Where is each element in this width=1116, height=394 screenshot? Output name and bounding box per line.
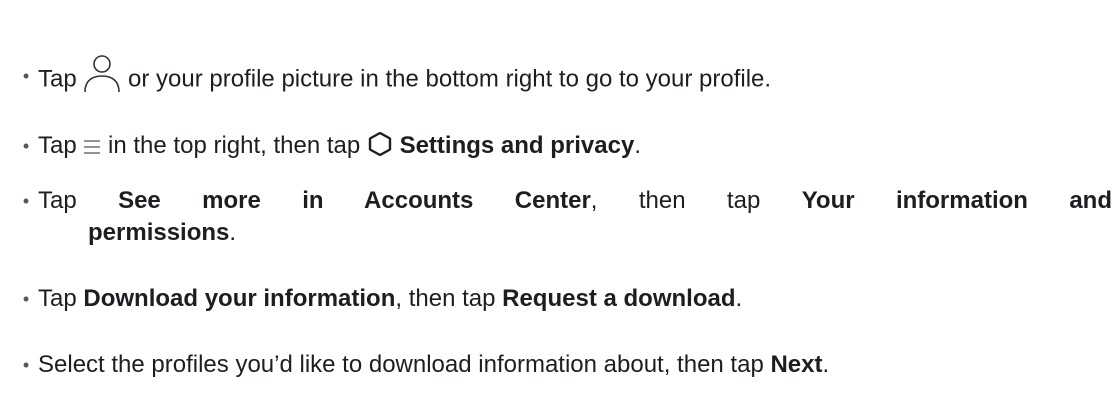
step-text: Tap See more in Accounts Center, then ta… — [38, 187, 1112, 246]
profile-icon — [83, 54, 121, 94]
step-text: Tap Download your information, then tap … — [38, 285, 743, 312]
bullet: • — [22, 191, 30, 211]
bullet: • — [22, 136, 30, 156]
bullet: • — [22, 355, 30, 375]
settings-icon — [367, 131, 393, 157]
step-text: Tap in the top right, then tap Settings … — [38, 131, 641, 159]
bullet: • — [22, 66, 30, 86]
step-text: Select the profiles you’d like to downlo… — [38, 351, 830, 378]
bullet: • — [22, 289, 30, 309]
menu-icon — [83, 138, 101, 156]
step-text: Tap or your profile picture in the botto… — [38, 55, 1112, 100]
